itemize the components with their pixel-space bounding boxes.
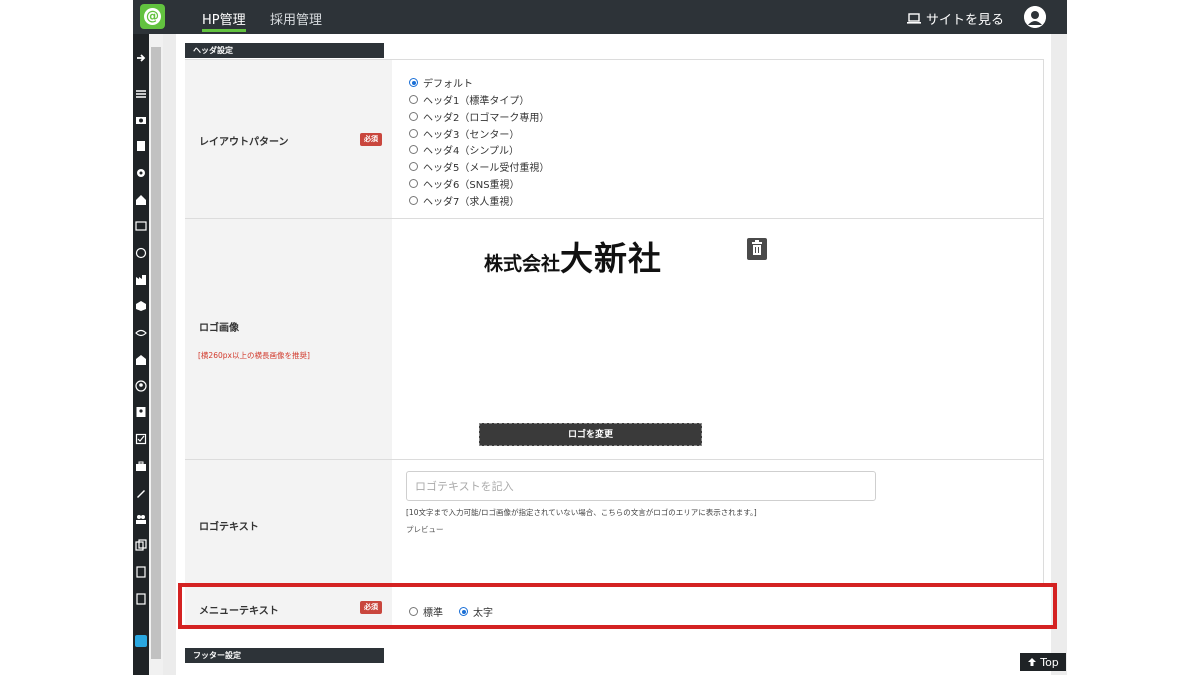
logo-company-name: 大新社 xyxy=(560,239,663,278)
document-icon[interactable] xyxy=(135,140,147,152)
label-cell xyxy=(185,219,392,459)
highlight-frame xyxy=(178,583,1057,629)
scrollbar-thumb[interactable] xyxy=(151,47,161,659)
section-header-settings: ヘッダ設定 xyxy=(185,43,384,58)
table-right-border xyxy=(1043,60,1044,585)
radio-label: ヘッダ5（メール受付重視） xyxy=(423,163,550,174)
sidebar xyxy=(133,34,149,675)
user-circle-icon[interactable] xyxy=(135,380,147,392)
change-logo-button[interactable]: ロゴを変更 xyxy=(479,423,702,446)
pdf-file-icon[interactable] xyxy=(135,566,147,578)
logo-text-input[interactable] xyxy=(406,471,876,501)
id-card-icon[interactable] xyxy=(135,220,147,232)
radio-layout-header3[interactable]: ヘッダ3（センター） xyxy=(409,126,519,141)
mail-open-icon[interactable] xyxy=(135,354,147,366)
gear-icon[interactable] xyxy=(135,167,147,179)
radio-label: ヘッダ3（センター） xyxy=(423,130,520,141)
user-avatar[interactable] xyxy=(1024,6,1046,28)
radio-button[interactable] xyxy=(409,196,418,205)
logo-image-label: ロゴ画像 xyxy=(199,323,239,334)
logo-text-label: ロゴテキスト xyxy=(199,522,259,533)
radio-button[interactable] xyxy=(409,112,418,121)
required-badge: 必須 xyxy=(360,133,382,146)
cube-icon[interactable] xyxy=(135,300,147,312)
radio-button[interactable] xyxy=(409,95,418,104)
checkbox-icon[interactable] xyxy=(135,433,147,445)
radio-button[interactable] xyxy=(409,162,418,171)
radio-layout-default[interactable]: デフォルト xyxy=(409,75,473,90)
back-to-top-label: Top xyxy=(1040,655,1059,669)
laptop-icon xyxy=(907,13,921,24)
users-icon[interactable] xyxy=(135,513,147,525)
back-to-top-button[interactable]: Top xyxy=(1020,653,1066,671)
arrow-up-icon xyxy=(1028,658,1037,666)
trash-icon xyxy=(752,240,762,255)
expand-arrow-icon[interactable] xyxy=(135,52,147,64)
camera-icon[interactable] xyxy=(135,114,147,126)
menu-icon[interactable] xyxy=(135,88,147,100)
home-icon[interactable] xyxy=(135,194,147,206)
radio-label: デフォルト xyxy=(423,79,473,90)
delete-logo-button[interactable] xyxy=(747,238,767,260)
copyright-icon[interactable] xyxy=(135,247,147,259)
radio-layout-header2[interactable]: ヘッダ2（ロゴマーク専用） xyxy=(409,109,549,124)
preview-label: プレビュー xyxy=(406,525,444,534)
top-navigation-bar: @ HP管理 採用管理 サイトを見る xyxy=(133,0,1067,34)
briefcase-icon[interactable] xyxy=(135,460,147,472)
logo-text-note: [10文字まで入力可能/ロゴ画像が指定されていない場合、こちらの文言がロゴのエリ… xyxy=(406,508,757,517)
logo-company-prefix: 株式会社 xyxy=(484,253,561,275)
radio-layout-header7[interactable]: ヘッダ7（求人重視） xyxy=(409,193,519,208)
layout-pattern-row: レイアウトパターン 必須 デフォルト ヘッダ1（標準タイプ） ヘッダ2（ロゴマー… xyxy=(185,59,1044,218)
radio-label: ヘッダ7（求人重視） xyxy=(423,197,520,208)
factory-icon[interactable] xyxy=(135,274,147,286)
radio-layout-header5[interactable]: ヘッダ5（メール受付重視） xyxy=(409,159,549,174)
radio-layout-header4[interactable]: ヘッダ4（シンプル） xyxy=(409,142,519,157)
tab-hp-management[interactable]: HP管理 xyxy=(202,9,246,28)
handshake-icon[interactable] xyxy=(135,327,147,339)
contact-book-icon[interactable] xyxy=(135,406,147,418)
view-site-label: サイトを見る xyxy=(926,13,1005,28)
pdf-file-icon[interactable] xyxy=(135,593,147,605)
at-mark-icon: @ xyxy=(144,8,161,25)
active-tab-indicator xyxy=(202,29,246,32)
logo-image-preview: 株式会社大新社 xyxy=(484,232,662,280)
radio-layout-header6[interactable]: ヘッダ6（SNS重視） xyxy=(409,176,520,191)
radio-button[interactable] xyxy=(409,129,418,138)
radio-label: ヘッダ6（SNS重視） xyxy=(423,180,520,191)
user-icon xyxy=(1024,6,1046,28)
layout-pattern-label: レイアウトパターン xyxy=(199,137,289,148)
copy-icon[interactable] xyxy=(135,539,147,551)
square-blue-icon[interactable] xyxy=(135,635,147,647)
pencil-icon[interactable] xyxy=(135,487,147,499)
tab-recruit-management[interactable]: 採用管理 xyxy=(270,9,322,28)
section-footer-settings: フッター設定 xyxy=(185,648,384,663)
radio-label: ヘッダ2（ロゴマーク専用） xyxy=(423,113,550,124)
radio-button[interactable] xyxy=(409,145,418,154)
radio-label: ヘッダ1（標準タイプ） xyxy=(423,96,530,107)
logo-recommend-note: [横260px以上の横長画像を推奨] xyxy=(198,351,310,360)
radio-label: ヘッダ4（シンプル） xyxy=(423,146,520,157)
radio-button[interactable] xyxy=(409,179,418,188)
radio-layout-header1[interactable]: ヘッダ1（標準タイプ） xyxy=(409,92,529,107)
app-logo[interactable]: @ xyxy=(140,4,165,29)
view-site-link[interactable]: サイトを見る xyxy=(907,9,1004,28)
radio-button[interactable] xyxy=(409,78,418,87)
